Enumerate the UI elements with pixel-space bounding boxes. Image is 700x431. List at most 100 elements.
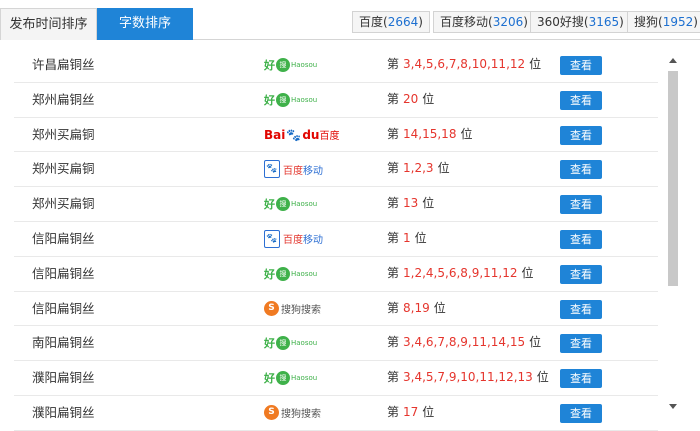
engine-tab-baidu[interactable]: 百度(2664)	[352, 11, 430, 33]
scrollbar[interactable]	[667, 56, 681, 411]
haosou-logo-icon: 好搜 Haosou	[264, 266, 318, 281]
list-item: 信阳扁铜丝 S 搜狗搜索 第 8,19 位 查看	[14, 292, 658, 327]
rank-text: 第 20 位	[387, 83, 434, 116]
engine-tab-label: 百度	[359, 15, 384, 29]
engine-tab-sogou[interactable]: 搜狗(1952)	[627, 11, 700, 33]
sogou-logo-icon: S 搜狗搜索	[264, 405, 321, 421]
list-item: 濮阳扁铜丝 好搜 Haosou 第 3,4,5,7,9,10,11,12,13 位查看	[14, 361, 658, 396]
tab-sort-by-length[interactable]: 字数排序	[97, 8, 193, 40]
rank-text: 第 3,4,5,7,9,10,11,12,13 位	[387, 361, 549, 394]
search-engine-logo: 好搜 Haosou	[264, 193, 317, 215]
view-button[interactable]: 查看	[560, 125, 602, 145]
list-item: 信阳扁铜丝 🐾 百度 移动 第 1 位 查看	[14, 222, 658, 257]
engine-tab-label: 百度移动	[440, 15, 489, 29]
search-engine-logo: 好搜 Haosou	[264, 89, 317, 111]
keyword-label: 信阳扁铜丝	[32, 300, 95, 316]
list-item: 郑州扁铜丝 好搜 Haosou 第 20 位 查看	[14, 83, 658, 118]
rank-positions: 3,4,6,7,8,9,11,14,15	[403, 335, 526, 350]
scroll-down-arrow-icon[interactable]	[669, 404, 677, 409]
keyword-label: 许昌扁铜丝	[32, 57, 95, 72]
rank-suffix: 位	[437, 161, 450, 176]
rank-positions: 3,4,5,7,9,10,11,12,13	[403, 370, 533, 385]
keyword-label: 信阳扁铜丝	[32, 230, 95, 246]
list-item: 郑州买扁铜 好搜 Haosou 第 13 位 查看	[14, 187, 658, 222]
view-button[interactable]: 查看	[560, 299, 602, 319]
keyword-label: 南阳扁铜丝	[32, 335, 95, 351]
rank-text: 第 14,15,18 位	[387, 118, 472, 151]
rank-positions: 1	[403, 230, 411, 245]
list-item: 郑州买扁铜 Bai 🐾 du 百度 第 14,15,18 位 查看	[14, 118, 658, 153]
list-item: 信阳扁铜丝 好搜 Haosou 第 1,2,4,5,6,8,9,11,12 位 查看	[14, 257, 658, 292]
scrollbar-thumb[interactable]	[668, 71, 678, 286]
search-engine-logo: Bai 🐾 du 百度	[264, 124, 339, 146]
rank-positions: 17	[403, 404, 419, 419]
ranking-list: 许昌扁铜丝好搜 Haosou 第 3,4,5,6,7,8,10,11,12 位查看 郑州扁…	[14, 48, 658, 431]
rank-text: 第 1,2,3 位	[387, 152, 450, 185]
rank-text: 第1位	[387, 222, 427, 255]
keyword-label: 郑州买扁铜	[32, 126, 95, 142]
keyword-label: 信阳扁铜丝	[32, 265, 95, 281]
view-button[interactable]: 查看	[560, 264, 602, 284]
keyword-label: 郑州买扁铜	[32, 196, 95, 212]
keyword-label: 郑州买扁铜	[32, 161, 95, 177]
list-item: 郑州买扁铜 🐾 百度 移动 第 1,2,3 位 查看	[14, 152, 658, 188]
scroll-up-arrow-icon[interactable]	[669, 58, 677, 63]
view-button[interactable]: 查看	[560, 90, 602, 110]
engine-tab-count: 3206	[492, 15, 524, 29]
view-button[interactable]: 查看	[560, 403, 602, 423]
view-button[interactable]: 查看	[560, 195, 602, 215]
rank-positions: 3,4,5,6,7,8,10,11,12	[403, 57, 526, 71]
search-engine-logo: 🐾 百度 移动	[264, 228, 323, 250]
rank-positions: 20	[403, 91, 419, 106]
search-engine-logo: S 搜狗搜索	[264, 298, 321, 320]
haosou-logo-icon: 好搜 Haosou	[264, 58, 318, 72]
sogou-logo-icon: S 搜狗搜索	[264, 301, 321, 317]
rank-text: 第 13 位	[387, 187, 434, 220]
engine-tab-count: 3165	[588, 15, 620, 29]
search-engine-logo: S 搜狗搜索	[264, 402, 321, 424]
engine-tab-count: 2664	[387, 15, 419, 29]
haosou-logo-icon: 好搜 Haosou	[264, 371, 318, 386]
view-button[interactable]: 查看	[560, 369, 602, 389]
rank-prefix: 第	[387, 404, 400, 419]
view-button[interactable]: 查看	[560, 56, 602, 75]
rank-suffix: 位	[414, 230, 427, 245]
rank-suffix: 位	[422, 196, 435, 211]
baidu-logo-icon: Bai 🐾 du 百度	[264, 127, 340, 143]
rank-positions: 1,2,3	[403, 161, 434, 176]
rank-positions: 1,2,4,5,6,8,9,11,12	[403, 265, 518, 280]
search-engine-logo: 好搜 Haosou	[264, 367, 317, 389]
rank-text: 第 3,4,6,7,8,9,11,14,15 位	[387, 326, 541, 359]
rank-suffix: 位	[422, 91, 435, 106]
rank-suffix: 位	[529, 335, 542, 350]
rank-suffix: 位	[521, 265, 534, 280]
rank-prefix: 第	[387, 300, 400, 315]
top-bar: 发布时间排序 字数排序 百度(2664) 百度移动(3206) 360好搜(31…	[0, 0, 700, 40]
engine-tab-baidu-mobile[interactable]: 百度移动(3206)	[433, 11, 535, 33]
rank-suffix: 位	[536, 370, 549, 385]
rank-suffix: 位	[529, 57, 542, 71]
search-engine-logo: 好搜 Haosou	[264, 54, 317, 76]
view-button[interactable]: 查看	[560, 160, 602, 180]
search-engine-logo: 好搜 Haosou	[264, 332, 317, 354]
keyword-label: 濮阳扁铜丝	[32, 370, 95, 386]
rank-prefix: 第	[387, 161, 400, 176]
engine-tab-label: 360好搜	[537, 15, 584, 29]
rank-text: 第 1,2,4,5,6,8,9,11,12 位	[387, 257, 534, 290]
rank-text: 第 17 位	[387, 396, 434, 429]
keyword-label: 郑州扁铜丝	[32, 91, 95, 107]
tab-sort-by-time[interactable]: 发布时间排序	[0, 8, 97, 40]
engine-tab-label: 搜狗	[634, 15, 659, 29]
rank-prefix: 第	[387, 196, 400, 211]
rank-prefix: 第	[387, 57, 400, 71]
engine-tab-360-haosou[interactable]: 360好搜(3165)	[530, 11, 631, 33]
view-button[interactable]: 查看	[560, 334, 602, 354]
keyword-label: 濮阳扁铜丝	[32, 404, 95, 420]
search-engine-logo: 🐾 百度 移动	[264, 158, 323, 180]
rank-prefix: 第	[387, 91, 400, 106]
rank-suffix: 位	[422, 404, 435, 419]
rank-positions: 14,15,18	[403, 126, 457, 141]
view-button[interactable]: 查看	[560, 229, 602, 249]
list-item: 南阳扁铜丝 好搜 Haosou 第 3,4,6,7,8,9,11,14,15 位查看	[14, 326, 658, 362]
rank-text: 第 8,19 位	[387, 292, 446, 325]
